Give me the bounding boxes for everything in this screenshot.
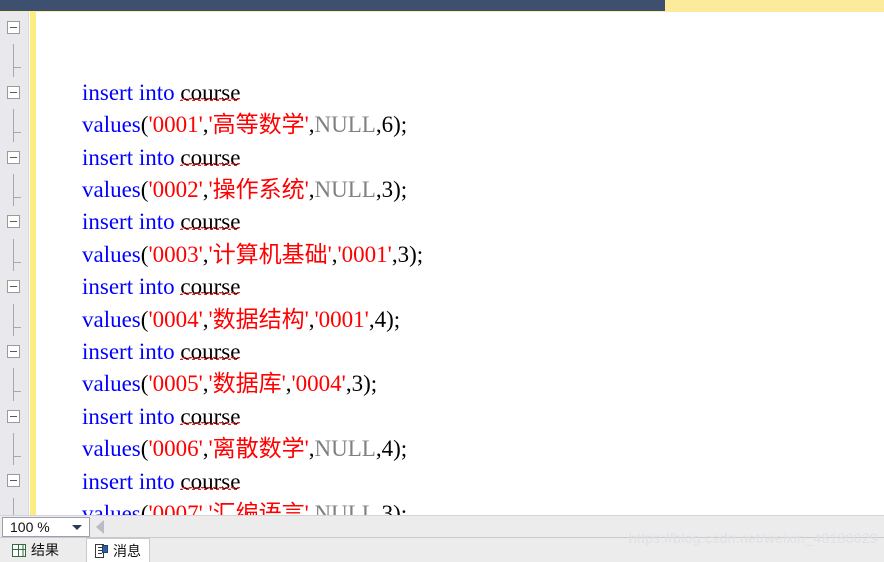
collapse-minus-icon[interactable] <box>7 474 20 488</box>
collapse-minus-icon[interactable] <box>7 344 20 358</box>
fold-column <box>4 109 30 142</box>
fold-end-tick <box>13 456 21 458</box>
scroll-left-arrow-icon[interactable] <box>96 520 104 534</box>
code-line[interactable]: values('0007','汇编语言',NULL,3); <box>13 433 884 515</box>
fold-end-tick <box>13 196 21 198</box>
tab-messages-label: 消息 <box>113 542 141 559</box>
tab-messages[interactable]: 消息 <box>86 538 150 562</box>
fold-column <box>4 368 30 401</box>
code-line[interactable]: insert into course <box>7 142 884 234</box>
code-line[interactable]: values('0006','离散数学',NULL,4); <box>13 368 884 461</box>
collapse-minus-icon[interactable] <box>7 150 20 164</box>
fold-column[interactable] <box>4 206 30 238</box>
collapse-minus-icon[interactable] <box>7 280 20 294</box>
tab-results[interactable]: 结果 <box>4 538 67 562</box>
code-editor-area[interactable]: insert into course values('0001','高等数学',… <box>0 12 884 515</box>
fold-vertical-line <box>13 303 14 336</box>
collapse-minus-icon[interactable] <box>7 409 20 423</box>
fold-column[interactable] <box>4 77 30 109</box>
collapse-minus-icon[interactable] <box>7 215 20 229</box>
fold-vertical-line <box>13 44 14 77</box>
collapse-minus-icon[interactable] <box>7 21 20 34</box>
fold-column[interactable] <box>4 271 30 303</box>
fold-vertical-line <box>13 109 14 142</box>
code-line[interactable]: values('0002','操作系统',NULL,3); <box>13 109 884 202</box>
fold-end-tick <box>13 261 21 263</box>
fold-end-tick <box>13 67 21 69</box>
fold-end-tick <box>13 132 21 134</box>
fold-vertical-line <box>13 173 14 207</box>
code-line[interactable]: values('0005','数据库','0004',3); <box>13 303 884 396</box>
fold-end-tick <box>13 391 21 393</box>
fold-column[interactable] <box>4 336 30 368</box>
code-line[interactable]: insert into course <box>7 465 884 497</box>
code-line[interactable]: insert into course <box>7 271 884 364</box>
fold-column <box>4 303 30 336</box>
code-line[interactable]: insert into course <box>7 336 884 429</box>
code-content[interactable]: insert into course values('0001','高等数学',… <box>7 12 884 515</box>
watermark-text: https://blog.csdn.net/weixin_48180029 <box>628 530 878 546</box>
tab-results-label: 结果 <box>31 542 59 558</box>
fold-column <box>4 433 30 466</box>
fold-end-tick <box>13 326 21 328</box>
title-bar-dark-region <box>0 0 665 11</box>
fold-column <box>4 238 30 272</box>
fold-column <box>4 173 30 207</box>
fold-column[interactable] <box>4 465 30 497</box>
window-title-bar <box>0 0 884 12</box>
grid-icon <box>12 543 26 557</box>
fold-vertical-line <box>13 497 14 515</box>
code-line[interactable]: values('0001','高等数学',NULL,6); <box>13 44 884 137</box>
code-line[interactable]: values('0003','计算机基础','0001',3); <box>13 173 884 267</box>
code-line[interactable]: insert into course <box>7 77 884 170</box>
code-line[interactable]: values('0008','线性代数',NULL,3); <box>13 497 884 515</box>
code-line[interactable]: insert into course <box>7 12 884 105</box>
zoom-level-value: 100 % <box>10 519 50 535</box>
zoom-level-dropdown[interactable]: 100 % <box>2 517 90 537</box>
code-line[interactable]: insert into course <box>7 401 884 494</box>
sql-editor-window: insert into course values('0001','高等数学',… <box>0 0 884 562</box>
chevron-down-icon[interactable] <box>72 525 82 530</box>
fold-column[interactable] <box>4 401 30 433</box>
fold-vertical-line <box>13 433 14 466</box>
fold-column <box>4 44 30 77</box>
collapse-minus-icon[interactable] <box>7 85 20 99</box>
fold-column[interactable] <box>4 12 30 44</box>
fold-column[interactable] <box>4 142 30 174</box>
code-line[interactable]: values('0004','数据结构','0001',4); <box>13 238 884 332</box>
fold-vertical-line <box>13 368 14 401</box>
message-icon <box>95 543 108 558</box>
fold-column <box>4 497 30 515</box>
code-line[interactable]: insert into course <box>7 206 884 299</box>
fold-vertical-line <box>13 238 14 272</box>
